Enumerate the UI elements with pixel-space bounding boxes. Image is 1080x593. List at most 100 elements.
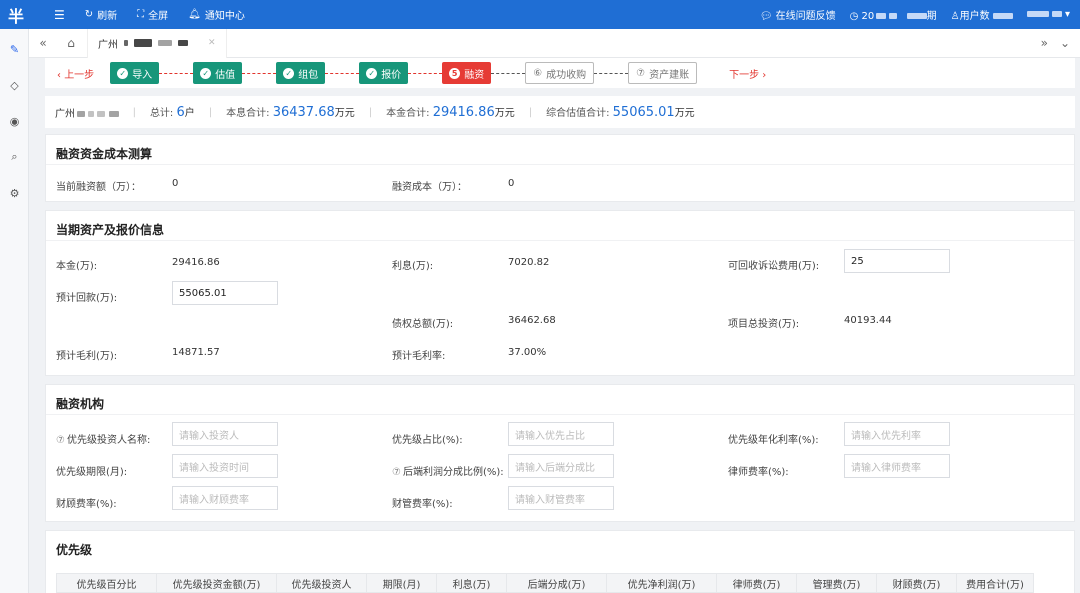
edit-icon: ✎ (9, 42, 20, 56)
summary-principal-total: 本金合计: 29416.86万元 (386, 105, 515, 120)
total-investment-label: 项目总投资(万): (728, 319, 800, 330)
step-packaging[interactable]: ✓ 组包 (276, 62, 326, 84)
close-icon[interactable]: ✕ (208, 38, 216, 48)
bell-icon: 🔔︎ (188, 9, 201, 20)
investor-name-input[interactable]: 请输入投资人 (172, 422, 278, 446)
priority-title: 优先级 (56, 543, 93, 557)
lawyer-rate-label: 律师费率(%): (728, 467, 789, 478)
search-icon: ⌕ (11, 150, 18, 163)
sidebar-item-settings[interactable]: ⚙ (0, 175, 29, 211)
clock-icon: ◷ (849, 11, 859, 22)
chevron-down-icon: ▾ (1064, 9, 1070, 20)
priority-rate-input[interactable]: 请输入优先利率 (844, 422, 950, 446)
user-icon: ♙ (950, 11, 960, 22)
expected-recovery-label: 预计回款(万): (56, 293, 118, 304)
total-claims-label: 债权总额(万): (392, 319, 454, 330)
tab-active[interactable]: 广州 ✕ (87, 28, 227, 58)
current-assets-card: 当期资产及报价信息 本金(万): 29416.86 利息(万): 7020.82… (45, 210, 1075, 376)
gross-profit-label: 预计毛利(万): (56, 351, 118, 362)
financing-cost-title: 融资资金成本测算 (46, 135, 1074, 165)
financing-amount-label: 当前融资额（万）： (56, 182, 141, 193)
priority-ratio-input[interactable]: 请输入优先占比 (508, 422, 614, 446)
step-quote[interactable]: ✓ 报价 (359, 62, 409, 84)
summary-name: 广州 (55, 105, 119, 120)
help-icon: ⑦ (56, 435, 65, 446)
col-term: 期限(月) (367, 573, 437, 593)
tabs-bar: « ⌂ 广州 ✕ » ⌄ (29, 28, 1080, 58)
col-total-fees: 费用合计(万) (966, 579, 1024, 591)
profit-share-input[interactable]: 请输入后端分成比 (508, 454, 614, 478)
col-management-fee: 管理费(万) (797, 573, 877, 593)
notification-center-button[interactable]: 🔔︎ 通知中心 (188, 7, 245, 22)
feedback-button[interactable]: 💬︎ 在线问题反馈 (760, 7, 836, 22)
main-content: ‹ 上一步 ✓ 导入 ✓ 估值 ✓ 组包 ✓ 报价 5 融资 ⑥ 成功收购 ⑦ 资产建账 下一… (29, 58, 1080, 593)
priority-term-label: 优先级期限(月): (56, 467, 128, 478)
priority-term-input[interactable]: 请输入投资时间 (172, 454, 278, 478)
tabs-back-button[interactable]: « (33, 36, 53, 50)
summary-count: 总计: 6户 (149, 105, 195, 120)
finance-mgmt-input[interactable]: 请输入财管费率 (508, 486, 614, 510)
finance-advisory-input[interactable]: 请输入财顾费率 (172, 486, 278, 510)
chat-icon: 💬︎ (759, 11, 773, 22)
check-icon: ✓ (366, 67, 378, 79)
next-step-button[interactable]: 下一步 › (729, 66, 766, 81)
fullscreen-button[interactable]: ⛶ 全屏 (137, 7, 168, 22)
col-lawyer-fee: 律师费(万) (717, 573, 797, 593)
account-menu[interactable]: ▾ (1026, 9, 1070, 20)
summary-bar: 广州 | 总计: 6户 | 本息合计: 36437.68万元 | 本金合计: 2… (45, 96, 1075, 128)
refresh-icon: ↻ (84, 9, 94, 20)
sidebar-item-diamond[interactable]: ◇ (0, 67, 29, 103)
gross-margin-value: 37.00% (508, 347, 547, 358)
home-icon[interactable]: ⌂ (61, 36, 81, 50)
fullscreen-icon: ⛶ (137, 9, 145, 20)
sidebar-item-target[interactable]: ◉ (0, 103, 29, 139)
diamond-icon: ◇ (10, 78, 19, 92)
menu-toggle-button[interactable]: ☰ (54, 8, 65, 22)
sidebar-item-edit[interactable]: ✎ (0, 31, 29, 67)
prev-step-button[interactable]: ‹ 上一步 (57, 66, 94, 81)
col-interest: 利息(万) (437, 573, 507, 593)
gross-margin-label: 预计毛利率: (392, 351, 446, 362)
target-icon: ◉ (9, 114, 20, 128)
gross-profit-value: 14871.57 (172, 347, 220, 358)
step-financing[interactable]: 5 融资 (442, 62, 492, 84)
gear-icon: ⚙ (9, 186, 20, 200)
institution-title: 融资机构 (46, 385, 1074, 415)
step-import[interactable]: ✓ 导入 (110, 62, 160, 84)
expected-recovery-input[interactable]: 55065.01 (172, 281, 278, 305)
step-asset-ledger[interactable]: ⑦ 资产建账 (628, 62, 698, 84)
finance-advisory-label: 财顾费率(%): (56, 499, 117, 510)
tabs-forward-button[interactable]: » (1041, 36, 1048, 50)
litigation-fee-input[interactable]: 25 (844, 249, 950, 273)
profit-share-label: ⑦ 后端利润分成比例(%): (392, 467, 504, 478)
refresh-button[interactable]: ↻ 刷新 (85, 7, 117, 22)
app-logo: 半 (7, 6, 24, 26)
col-advisory-fee: 财顾费(万) (877, 573, 957, 593)
check-icon: ✓ (200, 67, 212, 79)
priority-rate-label: 优先级年化利率(%): (728, 435, 819, 446)
lawyer-rate-input[interactable]: 请输入律师费率 (844, 454, 950, 478)
total-claims-value: 36462.68 (508, 315, 556, 326)
summary-valuation-total: 综合估值合计: 55065.01万元 (546, 105, 695, 120)
col-backend-share: 后端分成(万) (507, 573, 607, 593)
step-valuation[interactable]: ✓ 估值 (193, 62, 243, 84)
user-count: ♙用户数 (951, 7, 1013, 22)
principal-label: 本金(万): (56, 261, 98, 272)
step-acquisition[interactable]: ⑥ 成功收购 (525, 62, 595, 84)
step-wizard: ‹ 上一步 ✓ 导入 ✓ 估值 ✓ 组包 ✓ 报价 5 融资 ⑥ 成功收购 ⑦ 资产建账 下一… (45, 58, 1075, 88)
financing-cost-value: 0 (508, 178, 515, 189)
chevron-down-icon[interactable]: ⌄ (1060, 36, 1070, 50)
col-priority-amount: 优先级投资金额(万) (157, 573, 277, 593)
sidebar-item-search[interactable]: ⌕ (0, 139, 29, 175)
interest-label: 利息(万): (392, 261, 434, 272)
date-period: ◷ 20 期 (849, 11, 937, 22)
financing-cost-label: 融资成本（万）： (392, 182, 467, 193)
check-icon: ✓ (283, 67, 295, 79)
priority-table-header: 优先级百分比 优先级投资金额(万) 优先级投资人 期限(月) 利息(万) 后端分… (56, 573, 1034, 593)
investor-name-label: ⑦ 优先级投资人名称: (56, 435, 151, 446)
total-investment-value: 40193.44 (844, 315, 892, 326)
check-icon: ✓ (117, 67, 129, 79)
col-priority-percent: 优先级百分比 (57, 573, 157, 593)
top-bar: 半 ☰ ↻ 刷新 ⛶ 全屏 🔔︎ 通知中心 💬︎ 在线问题反馈 ◷ 20 期 ♙用户数… (0, 0, 1080, 29)
summary-interest-total: 本息合计: 36437.68万元 (226, 105, 355, 120)
